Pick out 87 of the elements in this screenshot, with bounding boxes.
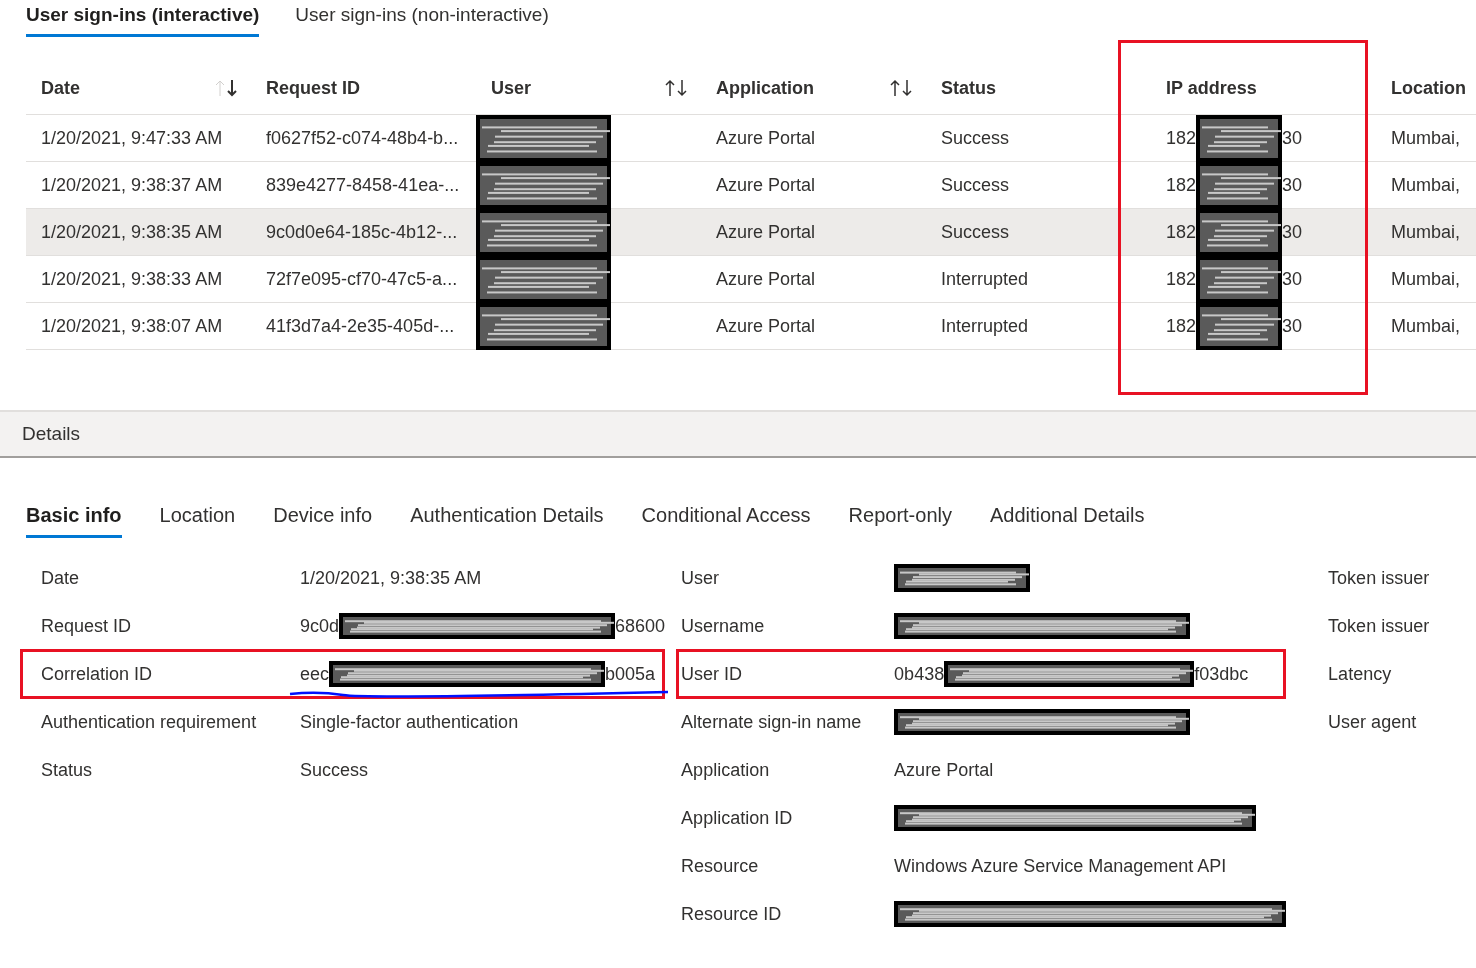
- table-row[interactable]: 1/20/2021, 9:38:07 AM 41f3d7a4-2e35-405d-... Azure Portal Interrupted 182 30 Mumbai,: [26, 303, 1476, 350]
- field-label: User: [680, 567, 721, 589]
- field-label: Alternate sign-in name: [680, 711, 863, 733]
- field-label: Correlation ID: [40, 663, 154, 685]
- column-header[interactable]: Location: [1391, 77, 1466, 99]
- table-cell-text: Success: [940, 175, 1011, 196]
- table-cell: 30: [1282, 316, 1303, 337]
- table-row[interactable]: 1/20/2021, 9:47:33 AM f0627f52-c074-48b4-b... Azure Portal Success 182 30 Mumbai,: [26, 115, 1476, 162]
- field-value: 68600: [615, 615, 666, 637]
- field-value: eec: [300, 663, 330, 685]
- table-cell-text: 1/20/2021, 9:47:33 AM: [40, 128, 224, 149]
- table-cell: 182: [1166, 269, 1197, 290]
- table-cell-text: Mumbai,: [1390, 269, 1462, 290]
- sort-arrows-icon[interactable]: [663, 78, 689, 98]
- field-value: 9c0d: [300, 615, 340, 637]
- table-cell-text: 1/20/2021, 9:38:07 AM: [40, 316, 224, 337]
- column-header[interactable]: Request ID: [266, 77, 361, 99]
- table-cell-text: Azure Portal: [715, 175, 817, 196]
- table-cell: 182: [1166, 175, 1197, 196]
- table-cell-text: Mumbai,: [1390, 316, 1462, 337]
- field-label: Status: [40, 759, 94, 781]
- table-cell-text: Azure Portal: [715, 269, 817, 290]
- table-cell-text: Interrupted: [940, 269, 1030, 290]
- table-cell: 30: [1282, 128, 1303, 149]
- panel-title: Details: [22, 423, 81, 445]
- field-label: Latency: [1328, 663, 1393, 685]
- field-value: f03dbc: [1194, 663, 1249, 685]
- tab[interactable]: User sign-ins (non-interactive): [295, 4, 549, 37]
- table-cell: 182: [1166, 222, 1197, 243]
- field-label: Application: [680, 759, 771, 781]
- field-label: Resource: [680, 855, 760, 877]
- tab[interactable]: Report-only: [848, 504, 952, 538]
- field-label: Token issuer: [1328, 567, 1431, 589]
- sort-arrows-icon[interactable]: [888, 78, 914, 98]
- tab[interactable]: Location: [159, 504, 236, 538]
- table-cell-text: Azure Portal: [715, 222, 817, 243]
- field-label: Token issuer: [1328, 615, 1431, 637]
- field-value: Windows Azure Service Management API: [894, 855, 1228, 877]
- column-header[interactable]: IP address: [1166, 77, 1257, 99]
- table-cell-text: Azure Portal: [715, 128, 817, 149]
- tab[interactable]: Device info: [273, 504, 373, 538]
- table-cell: 30: [1282, 175, 1303, 196]
- table-row[interactable]: 1/20/2021, 9:38:35 AM 9c0d0e64-185c-4b12-... Azure Portal Success 182 30 Mumbai,: [26, 209, 1476, 256]
- table-cell: 30: [1282, 222, 1303, 243]
- field-value: Success: [300, 759, 370, 781]
- table-cell-text: Azure Portal: [715, 316, 817, 337]
- sort-arrows-icon[interactable]: [213, 78, 239, 98]
- field-label: Request ID: [40, 615, 133, 637]
- field-label: Authentication requirement: [40, 711, 258, 733]
- field-label: Date: [40, 567, 81, 589]
- table-cell-text: f0627f52-c074-48b4-b...: [265, 128, 460, 149]
- field-value: Single-factor authentication: [300, 711, 520, 733]
- tab[interactable]: User sign-ins (interactive): [26, 4, 260, 37]
- table-cell-text: 1/20/2021, 9:38:35 AM: [40, 222, 224, 243]
- field-label: User agent: [1328, 711, 1418, 733]
- field-value: b005a: [605, 663, 656, 685]
- column-header[interactable]: Date: [41, 77, 80, 99]
- table-cell-text: 41f3d7a4-2e35-405d-...: [265, 316, 456, 337]
- tab[interactable]: Basic info: [26, 504, 122, 538]
- field-value: Azure Portal: [894, 759, 995, 781]
- column-header[interactable]: Application: [716, 77, 814, 99]
- table-cell-text: Mumbai,: [1390, 175, 1462, 196]
- column-header[interactable]: Status: [941, 77, 996, 99]
- table-row[interactable]: 1/20/2021, 9:38:33 AM 72f7e095-cf70-47c5-a... Azure Portal Interrupted 182 30 Mumbai,: [26, 256, 1476, 303]
- field-value: 0b438: [894, 663, 945, 685]
- table-cell-text: 1/20/2021, 9:38:37 AM: [40, 175, 224, 196]
- table-cell-text: Mumbai,: [1390, 128, 1462, 149]
- table-cell-text: 839e4277-8458-41ea-...: [265, 175, 461, 196]
- table-cell-text: 9c0d0e64-185c-4b12-...: [265, 222, 459, 243]
- field-label: Application ID: [680, 807, 794, 829]
- tab[interactable]: Conditional Access: [641, 504, 811, 538]
- table-cell-text: Interrupted: [940, 316, 1030, 337]
- tab[interactable]: Authentication Details: [410, 504, 604, 538]
- table-cell-text: 1/20/2021, 9:38:33 AM: [40, 269, 224, 290]
- column-header[interactable]: User: [491, 77, 532, 99]
- table-cell-text: Mumbai,: [1390, 222, 1462, 243]
- table-cell-text: Success: [940, 128, 1011, 149]
- field-value: 1/20/2021, 9:38:35 AM: [300, 567, 483, 589]
- table-cell: 30: [1282, 269, 1303, 290]
- field-label: Resource ID: [680, 903, 783, 925]
- tab[interactable]: Additional Details: [989, 504, 1145, 538]
- table-cell-text: Success: [940, 222, 1011, 243]
- table-cell: 182: [1166, 128, 1197, 149]
- table-cell-text: 72f7e095-cf70-47c5-a...: [265, 269, 459, 290]
- table-cell: 182: [1166, 316, 1197, 337]
- field-label: User ID: [680, 663, 744, 685]
- field-label: Username: [680, 615, 766, 637]
